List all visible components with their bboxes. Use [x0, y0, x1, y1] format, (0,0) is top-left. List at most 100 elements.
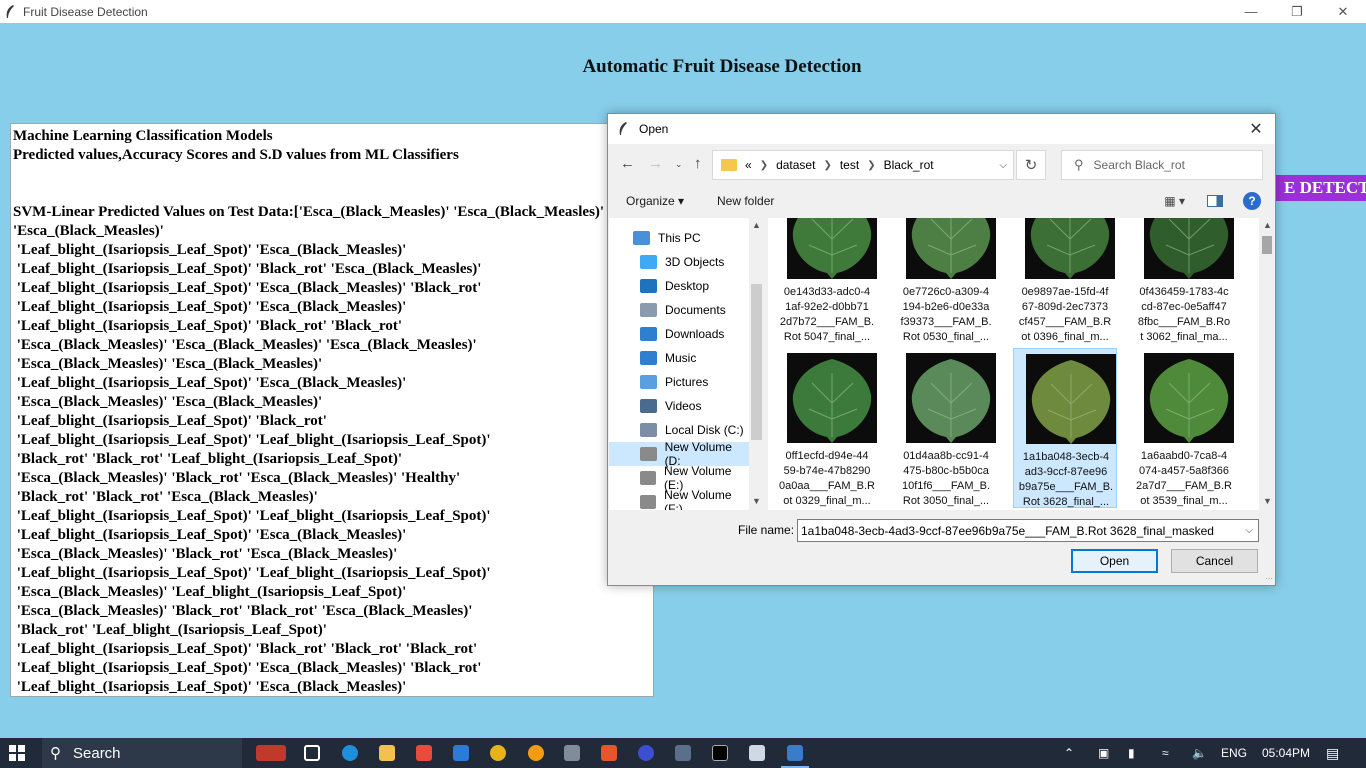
file-tile[interactable]: 01d4aa8b-cc91-4 475-b80c-b5b0ca 10f1f6__… [894, 348, 998, 508]
forward-arrow-icon[interactable]: → [648, 155, 663, 172]
chevron-down-icon[interactable]: ⌵ [999, 160, 1007, 171]
file-explorer-icon[interactable] [379, 745, 395, 761]
file-scrollbar[interactable]: ▲ ▼ [1259, 218, 1275, 510]
resize-grip-icon[interactable]: ⋯ [1265, 574, 1273, 583]
nav-item-label: 3D Objects [665, 255, 725, 269]
up-arrow-icon[interactable]: ↑ [694, 155, 702, 172]
location-icon [640, 303, 657, 317]
new-folder-button[interactable]: New folder [717, 194, 774, 208]
nav-item[interactable]: Pictures [609, 370, 749, 394]
vscode-icon[interactable] [453, 745, 469, 761]
brave-icon[interactable] [601, 745, 617, 761]
output-line: 'Leaf_blight_(Isariopsis_Leaf_Spot)' 'Le… [13, 508, 491, 524]
nav-item[interactable]: Downloads [609, 322, 749, 346]
output-line: 'Esca_(Black_Measles)' 'Esca_(Black_Meas… [13, 394, 323, 410]
navigation-row: ← → ⌄ ↑ « ❯ dataset ❯ test ❯ Black_rot ⌵… [608, 149, 1275, 180]
search-app-icon[interactable] [528, 745, 544, 761]
train-widget-icon[interactable] [256, 745, 286, 761]
file-tile[interactable]: 0e143d33-adc0-4 1af-92e2-d0bb71 2d7b72__… [775, 218, 879, 344]
battery-icon[interactable]: ▮ [1128, 738, 1135, 768]
refresh-icon[interactable]: ↻ [1016, 150, 1046, 180]
output-line: 'Black_rot' 'Black_rot' 'Esca_(Black_Mea… [13, 489, 318, 505]
remote-desktop-icon[interactable] [675, 745, 691, 761]
python-icon[interactable] [781, 745, 809, 768]
show-hidden-icons[interactable]: ⌃ [1064, 738, 1074, 768]
file-tile[interactable]: 1a1ba048-3ecb-4 ad3-9ccf-87ee96 b9a75e__… [1013, 348, 1117, 508]
chevron-down-icon[interactable]: ⌵ [1245, 525, 1253, 536]
nav-item[interactable]: New Volume (D: [609, 440, 749, 468]
scrollbar-thumb[interactable] [1262, 236, 1272, 254]
taskbar-search[interactable]: ⚲ Search [42, 738, 242, 768]
windows-start-icon[interactable] [9, 745, 25, 761]
search-input[interactable]: Search Black_rot [1094, 158, 1185, 172]
minimize-icon[interactable]: — [1228, 0, 1274, 23]
nav-item[interactable]: Desktop [609, 274, 749, 298]
preview-pane-icon[interactable] [1207, 195, 1223, 207]
feather-icon [619, 122, 627, 135]
nav-scrollbar[interactable]: ▲ ▼ [749, 218, 764, 510]
file-tile[interactable]: 0e9897ae-15fd-4f 67-809d-2ec7373 cf457__… [1013, 218, 1117, 344]
nav-item[interactable]: This PC [609, 226, 749, 250]
zoom-icon[interactable] [638, 745, 654, 761]
file-tile[interactable]: 0ff1ecfd-d94e-44 59-b74e-47b8290 0a0aa__… [775, 348, 879, 508]
results-text-panel[interactable]: Machine Learning Classification Models Pr… [10, 123, 654, 697]
terminal-icon[interactable] [712, 745, 728, 761]
notepad-icon[interactable] [749, 745, 765, 761]
recent-chevron-icon[interactable]: ⌄ [675, 159, 683, 170]
help-icon[interactable]: ? [1243, 192, 1261, 210]
location-icon [640, 327, 657, 341]
app-titlebar: Fruit Disease Detection — ❐ ✕ [0, 0, 1366, 23]
image-app-icon[interactable] [564, 745, 580, 761]
open-button[interactable]: Open [1071, 549, 1158, 573]
nav-item-label: Pictures [665, 375, 709, 389]
nav-item[interactable]: New Volume (E:) [609, 464, 749, 492]
nav-item[interactable]: New Volume (F:) [609, 488, 749, 510]
breadcrumb-black-rot[interactable]: Black_rot [884, 158, 934, 172]
scrollbar-thumb[interactable] [751, 284, 762, 440]
view-options-icon[interactable]: ▦ ▾ [1164, 194, 1185, 208]
scroll-up-icon[interactable]: ▲ [1263, 220, 1272, 230]
breadcrumb-overflow[interactable]: « [745, 158, 752, 172]
nav-item[interactable]: Local Disk (C:) [609, 418, 749, 442]
breadcrumb-dataset[interactable]: dataset [776, 158, 815, 172]
detect-button[interactable]: E DETECT [1276, 175, 1366, 201]
nav-item[interactable]: 3D Objects [609, 250, 749, 274]
edge-icon[interactable] [342, 745, 358, 761]
output-line: 'Leaf_blight_(Isariopsis_Leaf_Spot)' 'Es… [13, 679, 407, 695]
restore-icon[interactable]: ❐ [1274, 0, 1320, 23]
file-name-field[interactable]: 1a1ba048-3ecb-4ad3-9ccf-87ee96b9a75e___F… [797, 519, 1259, 542]
task-view-icon[interactable] [304, 745, 320, 761]
meet-now-icon[interactable]: ▣ [1098, 738, 1109, 768]
chrome-icon[interactable] [490, 745, 506, 761]
search-box[interactable]: ⚲ Search Black_rot [1061, 150, 1263, 180]
navigation-pane[interactable]: New Volume (F:) New Volume (E:) New Volume… [609, 218, 764, 510]
nav-item[interactable]: Videos [609, 394, 749, 418]
organize-menu[interactable]: Organize ▾ [626, 194, 684, 208]
dialog-close-icon[interactable]: ✕ [1245, 118, 1267, 140]
scroll-down-icon[interactable]: ▼ [752, 496, 761, 506]
output-line: 'Leaf_blight_(Isariopsis_Leaf_Spot)' 'Bl… [13, 641, 478, 657]
dialog-title: Open [639, 122, 669, 136]
close-icon[interactable]: ✕ [1320, 0, 1366, 23]
nav-item[interactable]: Documents [609, 298, 749, 322]
volume-icon[interactable]: 🔈 [1192, 738, 1207, 768]
nav-item[interactable]: Music [609, 346, 749, 370]
breadcrumb-test[interactable]: test [840, 158, 859, 172]
file-tile[interactable]: 0e7726c0-a309-4 194-b2e6-d0e33a f39373__… [894, 218, 998, 344]
clock[interactable]: 05:04PM [1262, 738, 1310, 768]
leaf-thumbnail [1144, 218, 1234, 279]
language-indicator[interactable]: ENG [1221, 738, 1247, 768]
address-bar[interactable]: « ❯ dataset ❯ test ❯ Black_rot ⌵ [712, 150, 1014, 180]
dialog-titlebar: Open ✕ [608, 114, 1275, 144]
wifi-icon[interactable]: ≈ [1162, 738, 1169, 768]
file-tile[interactable]: 1a6aabd0-7ca8-4 074-a457-5a8f366 2a7d7__… [1132, 348, 1236, 508]
cancel-button[interactable]: Cancel [1171, 549, 1258, 573]
file-grid[interactable]: 0e143d33-adc0-4 1af-92e2-d0bb71 2d7b72__… [768, 218, 1266, 510]
notifications-icon[interactable]: ▤ [1326, 738, 1339, 768]
app-window-title: Fruit Disease Detection [23, 4, 148, 19]
store-icon[interactable] [416, 745, 432, 761]
scroll-up-icon[interactable]: ▲ [752, 220, 761, 230]
scroll-down-icon[interactable]: ▼ [1263, 496, 1272, 506]
file-tile[interactable]: 0f436459-1783-4c cd-87ec-0e5aff47 8fbc__… [1132, 218, 1236, 344]
back-arrow-icon[interactable]: ← [620, 155, 635, 172]
